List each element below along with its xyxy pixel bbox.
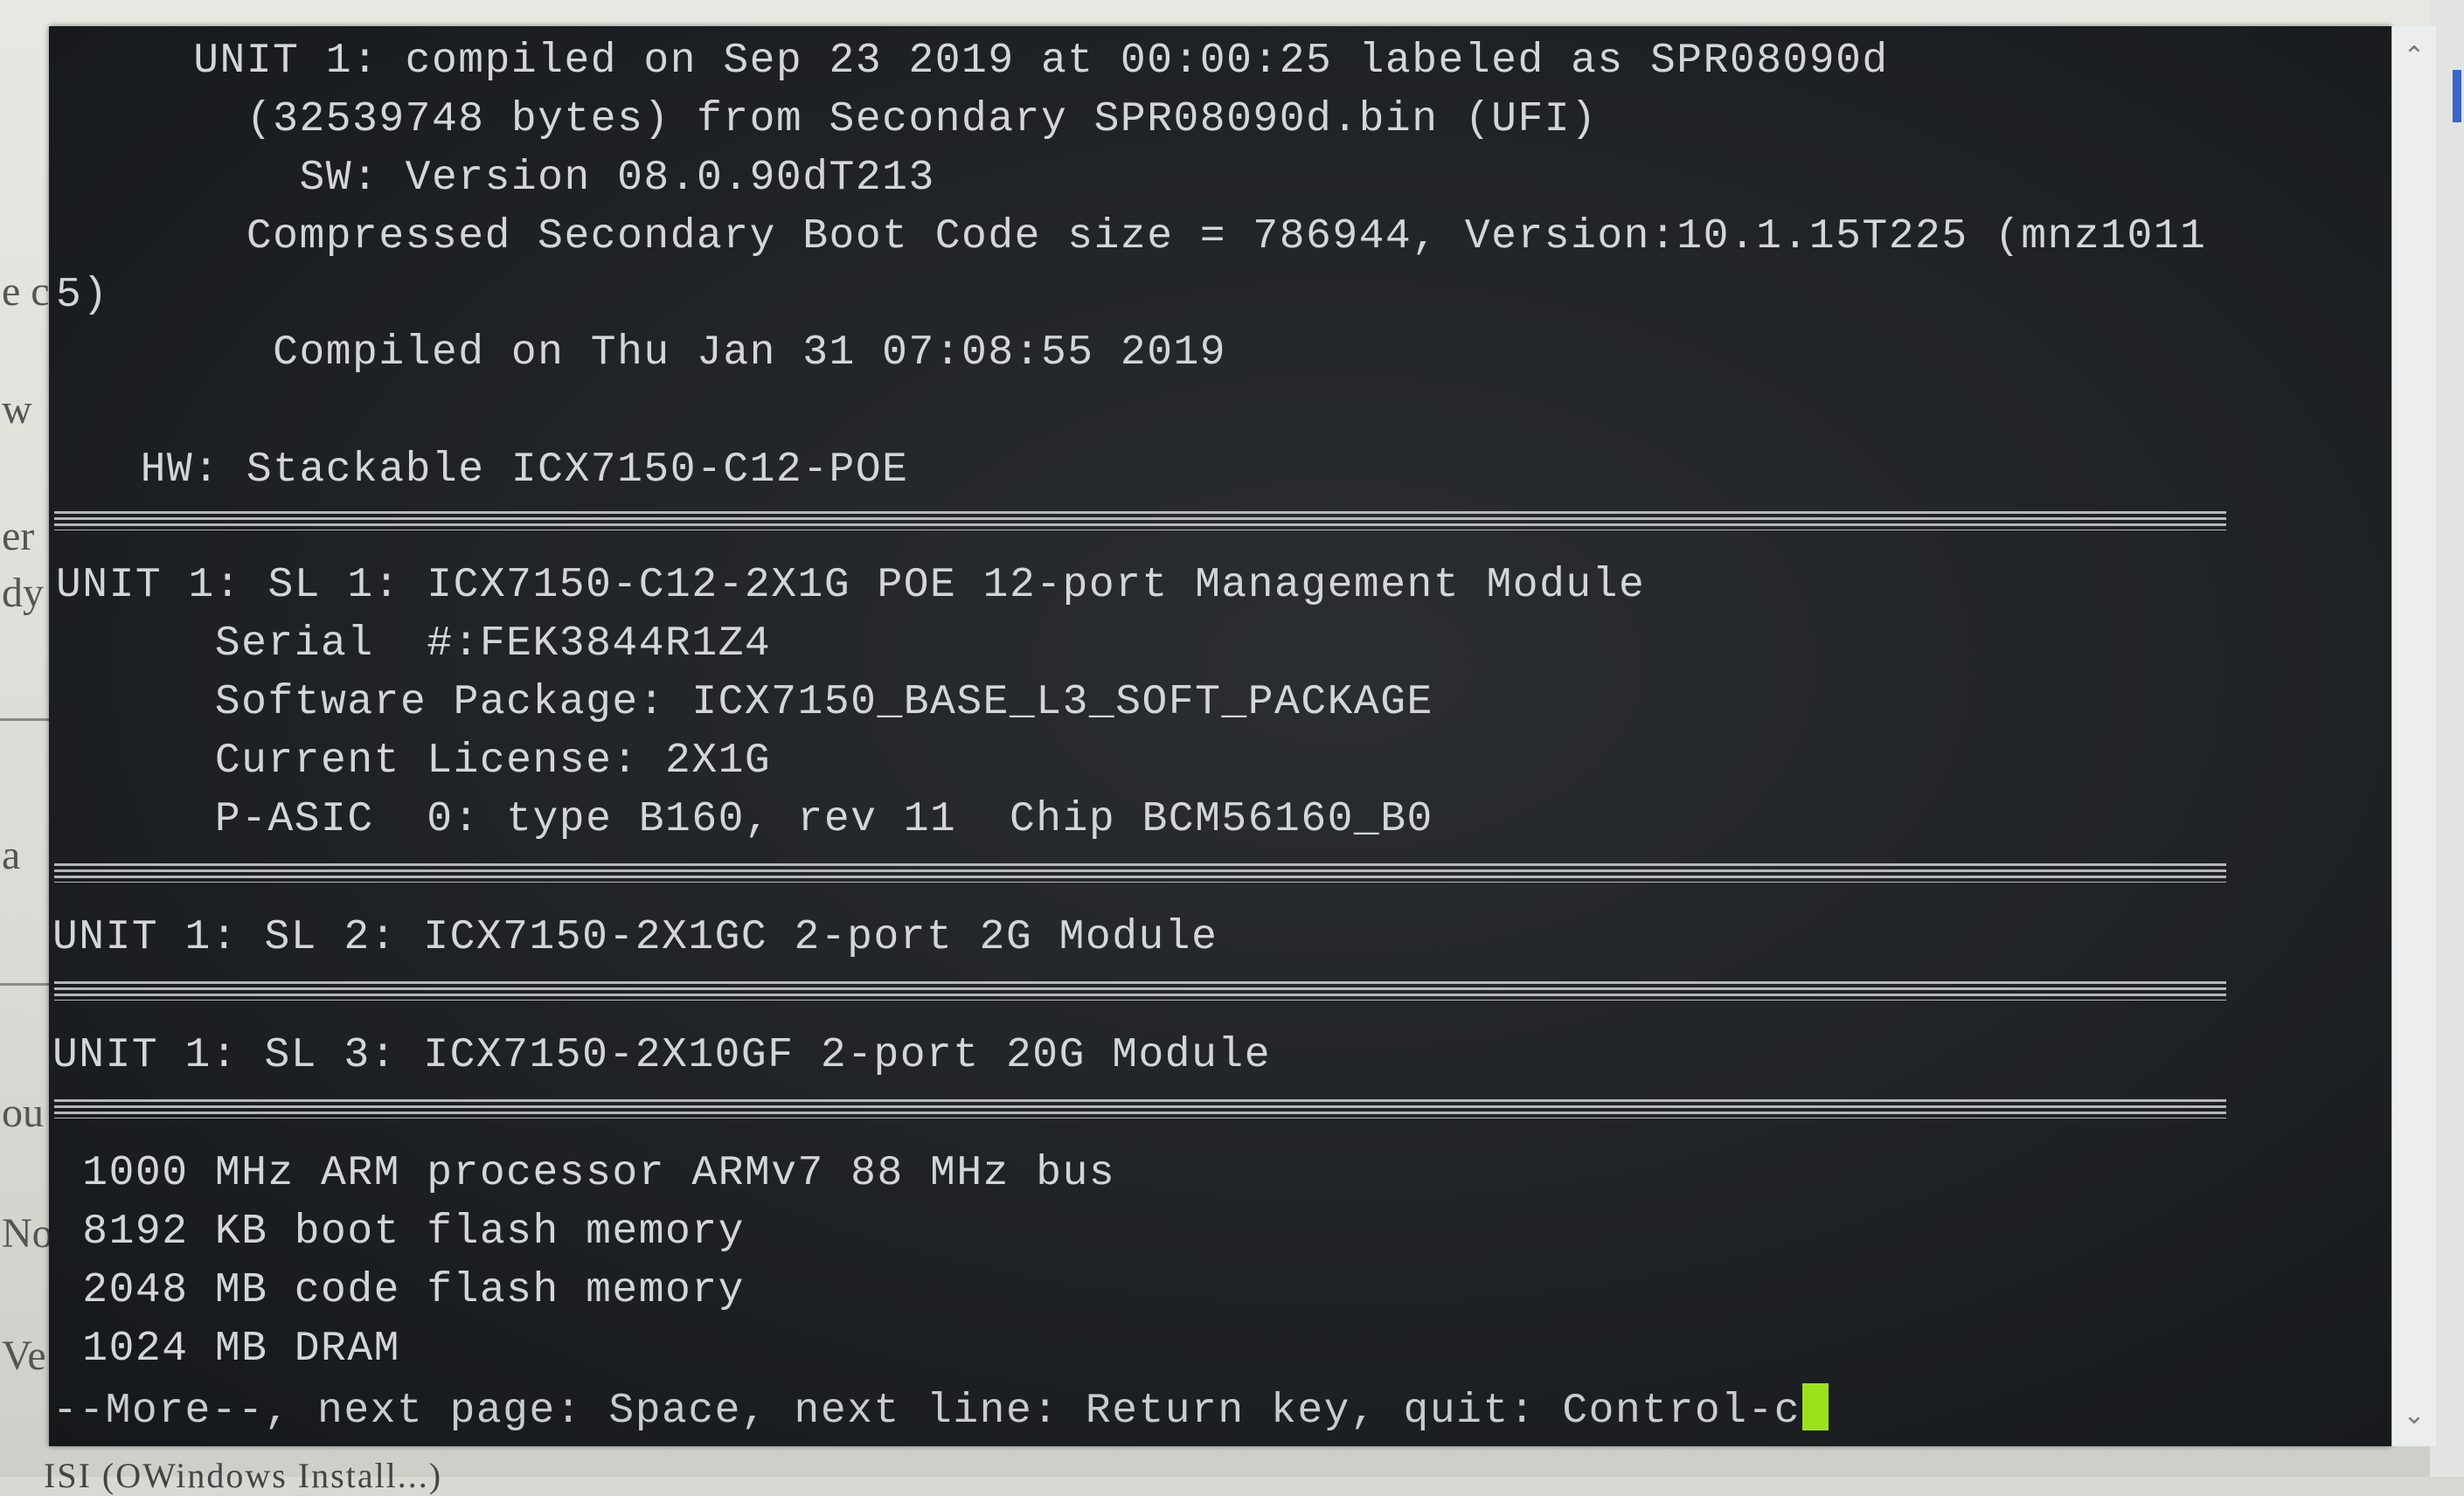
more-prompt: --More--, next page: Space, next line: R… — [52, 1388, 1801, 1435]
terminal-line: 2048 MB code flash memory — [56, 1267, 745, 1314]
chevron-up-icon[interactable]: ⌃ — [2392, 35, 2436, 79]
terminal-line: Compiled on Thu Jan 31 07:08:55 2019 — [87, 329, 1227, 377]
terminal-line: UNIT 1: SL 2: ICX7150-2X1GC 2-port 2G Mo… — [52, 914, 1218, 961]
terminal-line: 8192 KB boot flash memory — [56, 1209, 745, 1256]
terminal-scrollbar[interactable]: ⌃ ⌄ — [2391, 26, 2436, 1446]
separator-line — [54, 863, 2226, 883]
terminal-line: 5) — [56, 272, 109, 319]
background-text-fragment: ou — [2, 1090, 44, 1136]
adjacent-window-marker — [2453, 70, 2461, 122]
terminal-line: Compressed Secondary Boot Code size = 78… — [87, 213, 2207, 260]
terminal-line: 1024 MB DRAM — [56, 1326, 400, 1373]
terminal-line: HW: Stackable ICX7150-C12-POE — [87, 447, 909, 494]
background-bottom-text: ISI (OWindows Install...) — [44, 1456, 443, 1495]
separator-line — [54, 981, 2226, 1001]
separator-line — [54, 1099, 2226, 1119]
terminal-line: UNIT 1: SL 3: ICX7150-2X10GF 2-port 20G … — [52, 1032, 1272, 1079]
background-text-fragment: No — [2, 1210, 53, 1257]
terminal-line: SW: Version 08.0.90dT213 — [87, 155, 935, 202]
terminal-line: UNIT 1: SL 1: ICX7150-C12-2X1G POE 12-po… — [56, 562, 1646, 609]
separator-line — [54, 511, 2226, 530]
terminal-line: P-ASIC 0: type B160, rev 11 Chip BCM5616… — [56, 796, 1433, 843]
chevron-down-icon[interactable]: ⌄ — [2392, 1394, 2436, 1437]
background-text-fragment: a — [2, 832, 21, 878]
terminal-line: Software Package: ICX7150_BASE_L3_SOFT_P… — [56, 679, 1433, 726]
terminal-line: (32539748 bytes) from Secondary SPR08090… — [87, 96, 1598, 143]
terminal-line: UNIT 1: compiled on Sep 23 2019 at 00:00… — [87, 38, 1889, 85]
terminal-line: Current License: 2X1G — [56, 738, 772, 785]
background-text-fragment: w — [2, 386, 32, 433]
terminal-window[interactable]: UNIT 1: compiled on Sep 23 2019 at 00:00… — [49, 26, 2391, 1446]
background-text-fragment: dy — [2, 570, 44, 616]
terminal-output: UNIT 1: compiled on Sep 23 2019 at 00:00… — [49, 26, 2391, 1446]
background-text-fragment: e c — [2, 268, 50, 315]
terminal-line: 1000 MHz ARM processor ARMv7 88 MHz bus — [56, 1150, 1116, 1197]
background-text-fragment: Ve — [2, 1333, 46, 1379]
background-text-fragment: er — [2, 513, 35, 559]
terminal-line: Serial #:FEK3844R1Z4 — [56, 620, 772, 668]
terminal-cursor — [1802, 1383, 1829, 1430]
more-prompt-line: --More--, next page: Space, next line: R… — [52, 1383, 1829, 1436]
